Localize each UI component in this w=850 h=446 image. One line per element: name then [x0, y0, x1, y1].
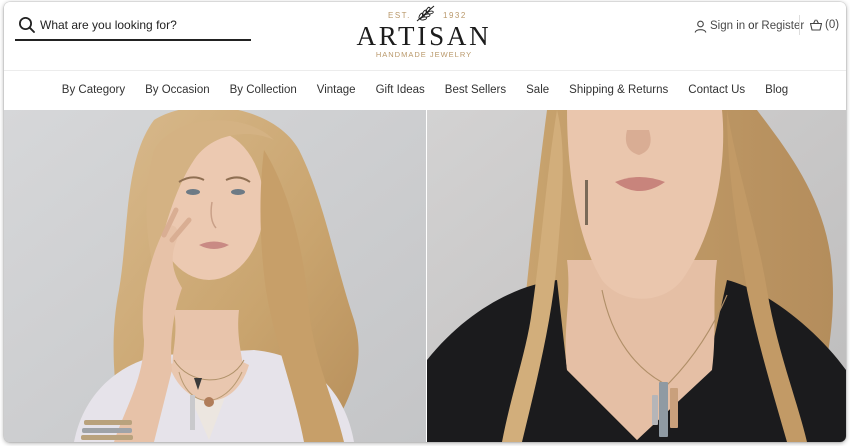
logo-tagline: HANDMADE JEWELRY	[375, 50, 473, 59]
hero-image-left[interactable]	[4, 110, 426, 442]
search-icon[interactable]	[18, 16, 36, 34]
search-input[interactable]	[40, 14, 245, 36]
logo-est-label: EST.	[388, 11, 411, 20]
logo-wordmark: ARTISAN	[356, 21, 492, 51]
user-icon[interactable]	[694, 20, 707, 33]
site-header: EST. 1932 ARTISAN HANDMADE JEWELRY Sign …	[4, 2, 846, 70]
nav-item-shipping-returns[interactable]: Shipping & Returns	[559, 84, 678, 96]
nav-item-sale[interactable]: Sale	[516, 84, 559, 96]
sign-in-link[interactable]: Sign in	[710, 20, 745, 32]
nav-item-by-occasion[interactable]: By Occasion	[135, 84, 220, 96]
hero-image-right[interactable]	[427, 110, 846, 442]
browser-viewport: EST. 1932 ARTISAN HANDMADE JEWELRY Sign …	[4, 2, 846, 442]
header-divider	[799, 15, 800, 35]
account-or-text: or	[748, 20, 759, 32]
cart-button[interactable]: (0)	[809, 16, 839, 34]
model-photo-right	[427, 110, 846, 442]
nav-item-contact-us[interactable]: Contact Us	[678, 84, 755, 96]
search-bar[interactable]	[15, 12, 251, 41]
account-links: Sign in or Register	[694, 17, 804, 35]
nav-item-blog[interactable]: Blog	[755, 84, 798, 96]
register-link[interactable]: Register	[761, 20, 804, 32]
nav-item-by-collection[interactable]: By Collection	[220, 84, 307, 96]
nav-item-best-sellers[interactable]: Best Sellers	[435, 84, 516, 96]
site-logo[interactable]: EST. 1932 ARTISAN HANDMADE JEWELRY	[354, 4, 494, 60]
nav-item-vintage[interactable]: Vintage	[307, 84, 366, 96]
logo-est-year: 1932	[443, 11, 467, 20]
cart-count: (0)	[825, 19, 840, 31]
main-navigation: By Category By Occasion By Collection Vi…	[4, 71, 846, 109]
model-photo-left	[4, 110, 426, 442]
nav-item-gift-ideas[interactable]: Gift Ideas	[366, 84, 435, 96]
shopping-basket-icon[interactable]	[809, 18, 823, 32]
hero-banner[interactable]	[4, 110, 846, 442]
nav-item-by-category[interactable]: By Category	[52, 84, 135, 96]
